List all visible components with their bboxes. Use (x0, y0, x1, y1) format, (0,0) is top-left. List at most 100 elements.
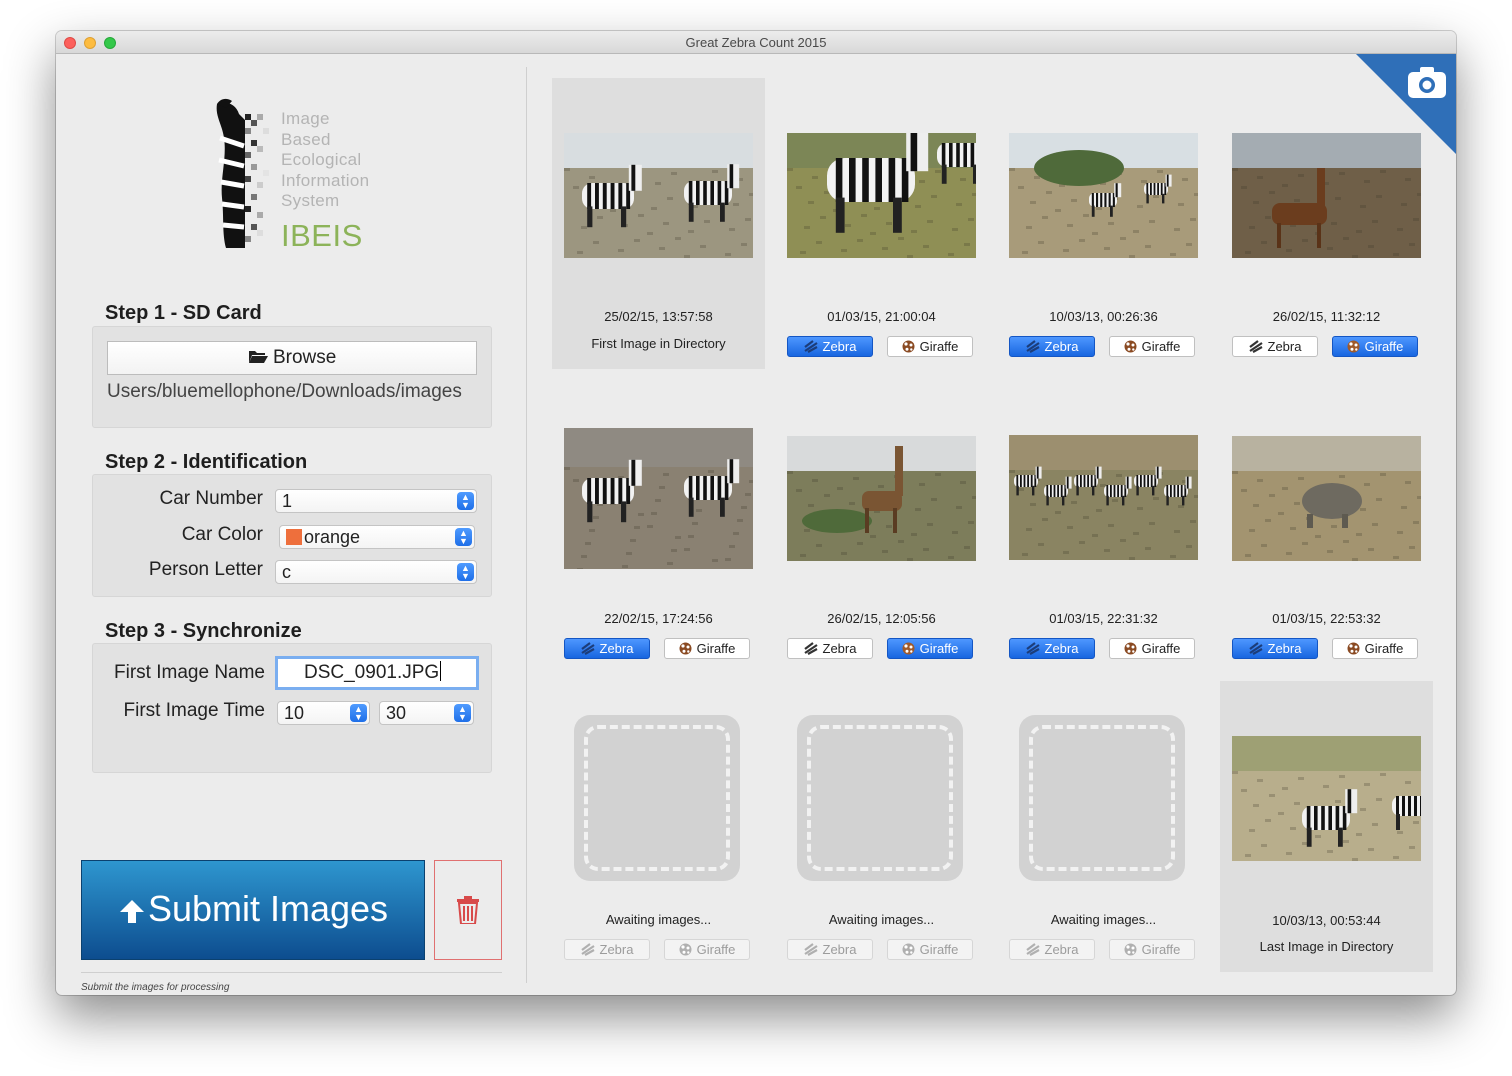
hour-select[interactable]: 10 ▲ ▼ (277, 701, 370, 725)
zebra-toggle-button[interactable]: Zebra (1232, 638, 1318, 659)
camera-corner-button[interactable] (1356, 54, 1456, 154)
person-letter-select[interactable]: c ▲ ▼ (275, 560, 477, 584)
zebra-label: Zebra (599, 641, 634, 656)
title-bar: Great Zebra Count 2015 (56, 31, 1456, 54)
image-tile[interactable]: 01/03/15, 22:31:32 Zebra Giraffe (997, 380, 1210, 671)
zebra-icon (1025, 943, 1040, 956)
image-tile[interactable]: 01/03/15, 21:00:04 Zebra Giraffe (775, 78, 988, 369)
image-grid: 25/02/15, 13:57:58 First Image in Directo… (527, 54, 1456, 995)
giraffe-icon (1124, 340, 1137, 353)
maximize-window-button[interactable] (104, 37, 116, 49)
zebra-icon (803, 642, 818, 655)
submit-note: Submit the images for processing (81, 982, 230, 993)
zebra-toggle-button[interactable]: Zebra (1009, 939, 1095, 960)
giraffe-icon (679, 943, 692, 956)
step1-title: Step 1 - SD Card (105, 302, 262, 324)
zebra-icon (1025, 340, 1040, 353)
control-panel: Image Based Ecological Information Syste… (56, 54, 526, 995)
ibeis-logo: Image Based Ecological Information Syste… (212, 98, 412, 258)
image-tile[interactable]: Awaiting images... Zebra Giraffe (775, 681, 988, 972)
image-timestamp: 01/03/15, 22:53:32 (1272, 611, 1381, 626)
upload-icon (119, 900, 144, 923)
zebra-toggle-button[interactable]: Zebra (564, 638, 650, 659)
zebra-toggle-button[interactable]: Zebra (787, 638, 873, 659)
giraffe-toggle-button[interactable]: Giraffe (1109, 638, 1195, 659)
image-tile[interactable]: Awaiting images... Zebra Giraffe (552, 681, 765, 972)
zebra-toggle-button[interactable]: Zebra (1232, 336, 1318, 357)
image-tile[interactable]: 26/02/15, 12:05:56 Zebra Giraffe (775, 380, 988, 671)
image-thumbnail[interactable] (787, 133, 976, 258)
select-arrows-icon: ▲ ▼ (457, 492, 474, 510)
submit-images-button[interactable]: Submit Images (81, 860, 425, 960)
image-placeholder (574, 715, 740, 881)
giraffe-toggle-button[interactable]: Giraffe (664, 638, 750, 659)
close-window-button[interactable] (64, 37, 76, 49)
giraffe-toggle-button[interactable]: Giraffe (1332, 638, 1418, 659)
window-title: Great Zebra Count 2015 (685, 35, 827, 50)
image-tile[interactable]: 25/02/15, 13:57:58 First Image in Directo… (552, 78, 765, 369)
image-thumbnail[interactable] (1232, 736, 1421, 861)
car-number-select[interactable]: 1 ▲ ▼ (275, 489, 477, 513)
step2-title: Step 2 - Identification (105, 451, 308, 473)
image-tile[interactable]: 01/03/15, 22:53:32 Zebra Giraffe (1220, 380, 1433, 671)
submit-label: Submit Images (147, 888, 389, 929)
image-caption: Last Image in Directory (1259, 939, 1394, 954)
giraffe-label: Giraffe (1364, 339, 1404, 354)
image-tile[interactable]: 10/03/13, 00:53:44 Last Image in Director… (1220, 681, 1433, 972)
image-thumbnail[interactable] (564, 133, 753, 258)
zebra-toggle-button[interactable]: Zebra (787, 336, 873, 357)
giraffe-toggle-button[interactable]: Giraffe (1332, 336, 1418, 357)
image-timestamp: 01/03/15, 21:00:04 (827, 309, 936, 324)
logo-tagline: Image Based Ecological Information Syste… (281, 109, 370, 210)
zebra-label: Zebra (822, 339, 857, 354)
giraffe-label: Giraffe (1141, 339, 1181, 354)
image-thumbnail[interactable] (1232, 436, 1421, 561)
car-color-label: Car Color (181, 524, 263, 545)
image-thumbnail[interactable] (1009, 435, 1198, 560)
giraffe-icon (902, 642, 915, 655)
step3-panel: First Image Name DSC_0901.JPG First Imag… (92, 643, 492, 773)
zebra-label: Zebra (822, 641, 857, 656)
giraffe-toggle-button[interactable]: Giraffe (887, 638, 973, 659)
giraffe-label: Giraffe (919, 339, 959, 354)
image-timestamp: 22/02/15, 17:24:56 (604, 611, 713, 626)
image-thumbnail[interactable] (1009, 133, 1198, 258)
giraffe-label: Giraffe (919, 942, 959, 957)
image-tile[interactable]: 22/02/15, 17:24:56 Zebra Giraffe (552, 380, 765, 671)
zebra-label: Zebra (1267, 339, 1302, 354)
car-color-select[interactable]: orange ▲ ▼ (279, 525, 475, 549)
zebra-toggle-button[interactable]: Zebra (1009, 638, 1095, 659)
clear-button[interactable] (434, 860, 502, 960)
giraffe-label: Giraffe (1141, 641, 1181, 656)
browse-button[interactable]: Browse (107, 341, 477, 375)
giraffe-toggle-button[interactable]: Giraffe (1109, 939, 1195, 960)
zebra-label: Zebra (1267, 641, 1302, 656)
sd-card-path: Users/bluemellophone/Downloads/images (107, 381, 462, 402)
zebra-toggle-button[interactable]: Zebra (787, 939, 873, 960)
zebra-icon (1025, 642, 1040, 655)
zebra-icon (580, 943, 595, 956)
giraffe-toggle-button[interactable]: Giraffe (887, 939, 973, 960)
image-tile[interactable]: 10/03/13, 00:26:36 Zebra Giraffe (997, 78, 1210, 369)
image-timestamp: 10/03/13, 00:53:44 (1272, 913, 1381, 928)
image-tile[interactable]: Awaiting images... Zebra Giraffe (997, 681, 1210, 972)
step2-panel: Car Number 1 ▲ ▼ Car Color orange ▲ ▼ Pers… (92, 474, 492, 597)
minimize-window-button[interactable] (84, 37, 96, 49)
giraffe-toggle-button[interactable]: Giraffe (664, 939, 750, 960)
image-thumbnail[interactable] (564, 428, 753, 569)
giraffe-icon (902, 340, 915, 353)
image-thumbnail[interactable] (787, 436, 976, 561)
first-image-name-input[interactable]: DSC_0901.JPG (275, 656, 479, 690)
zebra-toggle-button[interactable]: Zebra (564, 939, 650, 960)
zebra-label: Zebra (1044, 942, 1079, 957)
giraffe-toggle-button[interactable]: Giraffe (887, 336, 973, 357)
minute-select[interactable]: 30 ▲ ▼ (379, 701, 474, 725)
color-swatch (286, 529, 302, 545)
image-caption: First Image in Directory (591, 336, 726, 351)
select-arrows-icon: ▲ ▼ (454, 704, 471, 722)
image-timestamp: 26/02/15, 11:32:12 (1272, 309, 1381, 324)
zebra-toggle-button[interactable]: Zebra (1009, 336, 1095, 357)
giraffe-toggle-button[interactable]: Giraffe (1109, 336, 1195, 357)
giraffe-icon (1347, 340, 1360, 353)
text-caret (440, 661, 442, 681)
